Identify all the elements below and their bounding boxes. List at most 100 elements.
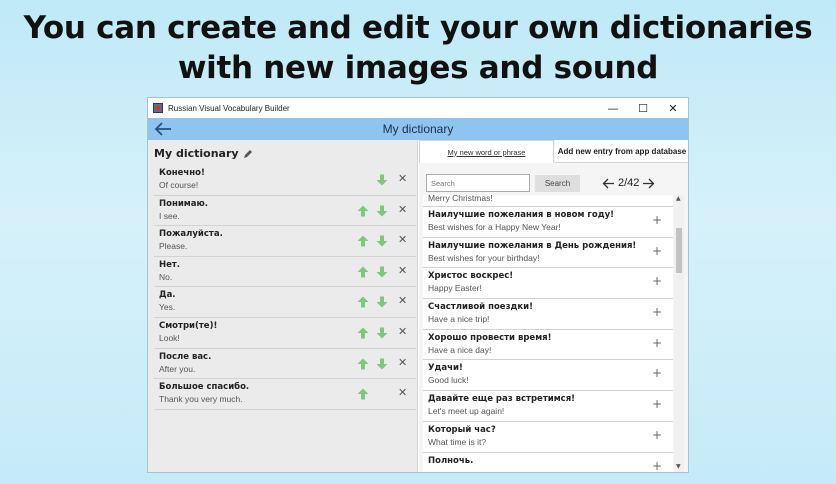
minimize-button[interactable]: — [598, 98, 628, 118]
remove-entry-icon[interactable]: ✕ [398, 325, 407, 338]
dictionary-item[interactable]: Да. Yes. ✕ [154, 287, 416, 318]
scroll-up-icon[interactable]: ▲ [676, 195, 681, 202]
list-scrollbar[interactable]: ▲ ▼ [674, 195, 684, 472]
entry-translation: Yes. [159, 302, 176, 313]
add-entry-icon[interactable]: + [652, 214, 662, 226]
move-down-arrow-icon[interactable] [376, 296, 388, 308]
scroll-thumb[interactable] [676, 228, 682, 273]
move-up-arrow-icon[interactable] [357, 358, 369, 370]
app-window: Russian Visual Vocabulary Builder — ☐ ✕ … [147, 97, 689, 473]
entry-translation: Happy Easter! [428, 283, 482, 294]
add-entry-icon[interactable]: + [652, 367, 662, 379]
arrow-right-icon[interactable] [642, 178, 655, 189]
entry-russian: Наилучшие пожелания в новом году! [428, 210, 614, 220]
add-entry-icon[interactable]: + [652, 306, 662, 318]
add-entry-icon[interactable]: + [652, 245, 662, 257]
scroll-down-icon[interactable]: ▼ [676, 463, 681, 470]
move-down-arrow-icon[interactable] [376, 327, 388, 339]
dictionary-item[interactable]: Конечно! Of course! ✕ [154, 165, 416, 196]
list-item[interactable]: Полночь. + [423, 453, 673, 473]
window-titlebar[interactable]: Russian Visual Vocabulary Builder — ☐ ✕ [148, 98, 688, 118]
remove-entry-icon[interactable]: ✕ [398, 295, 407, 307]
dictionary-header: My dictionary [154, 147, 253, 160]
entry-tabs: My new word or phrase Add new entry from… [419, 140, 688, 163]
list-item[interactable]: Merry Christmas! [423, 195, 673, 207]
entry-russian: Нет. [159, 259, 181, 270]
entry-russian: Конечно! [159, 168, 205, 178]
entry-translation: Please. [159, 241, 188, 252]
entry-translation: What time is it? [428, 436, 487, 447]
window-controls: — ☐ ✕ [598, 98, 688, 118]
move-down-arrow-icon[interactable] [376, 358, 388, 370]
entry-russian: Давайте еще раз встретимся! [428, 394, 576, 405]
entry-russian: Да. [159, 290, 176, 301]
pager: 2/42 [602, 174, 655, 192]
entry-russian: Который час? [428, 424, 496, 435]
move-up-arrow-icon[interactable] [357, 235, 369, 247]
list-item[interactable]: Наилучшие пожелания в новом году! Best wi… [423, 207, 673, 238]
back-button[interactable] [150, 118, 176, 140]
move-up-arrow-icon[interactable] [357, 205, 369, 217]
list-item[interactable]: Который час? What time is it? + [423, 422, 673, 453]
entry-translation: Look! [159, 332, 180, 343]
dictionary-item[interactable]: Нет. No. ✕ [154, 257, 416, 288]
dictionary-item[interactable]: Понимаю. I see. ✕ [154, 196, 416, 227]
move-up-arrow-icon[interactable] [357, 296, 369, 308]
move-down-arrow-icon[interactable] [376, 174, 388, 186]
entry-russian: Пожалуйста. [159, 229, 223, 240]
close-window-button[interactable]: ✕ [658, 98, 688, 118]
add-entry-panel: My new word or phrase Add new entry from… [419, 140, 688, 472]
entry-translation: Good luck! [428, 375, 469, 386]
entry-translation: Have a nice trip! [428, 314, 490, 325]
remove-entry-icon[interactable]: ✕ [398, 356, 407, 369]
move-down-arrow-icon[interactable] [376, 205, 388, 217]
dictionary-item[interactable]: Смотри(те)! Look! ✕ [154, 318, 416, 349]
add-entry-icon[interactable]: + [652, 275, 662, 287]
database-entry-list: Merry Christmas! Наилучшие пожелания в н… [423, 195, 673, 472]
list-item[interactable]: Счастливой поездки! Have a nice trip! + [423, 299, 673, 330]
move-up-arrow-icon[interactable] [357, 388, 369, 400]
list-item[interactable]: Удачи! Good luck! + [423, 360, 673, 392]
entry-russian: После вас. [159, 351, 212, 362]
promo-headline-line2: with new images and sound [177, 50, 659, 86]
entry-translation: No. [159, 271, 173, 282]
remove-entry-icon[interactable]: ✕ [398, 203, 407, 216]
dictionary-item[interactable]: После вас. After you. ✕ [154, 349, 416, 380]
list-item[interactable]: Давайте еще раз встретимся! Let's meet up… [423, 391, 673, 422]
pencil-icon[interactable] [243, 149, 253, 159]
list-item[interactable]: Христос воскрес! Happy Easter! + [423, 268, 673, 300]
search-button[interactable]: Search [535, 174, 580, 192]
list-item[interactable]: Хорошо провести время! Have a nice day! + [423, 330, 673, 361]
move-up-arrow-icon[interactable] [357, 266, 369, 278]
add-entry-icon[interactable]: + [652, 337, 662, 349]
entry-translation: After you. [159, 363, 196, 374]
dictionary-item[interactable]: Большое спасибо. Thank you very much. ✕ [154, 379, 416, 410]
arrow-left-icon[interactable] [602, 178, 615, 189]
dictionary-item[interactable]: Пожалуйста. Please. ✕ [154, 226, 416, 257]
remove-entry-icon[interactable]: ✕ [398, 264, 407, 277]
move-up-arrow-icon[interactable] [357, 327, 369, 339]
move-down-arrow-icon[interactable] [376, 235, 388, 247]
add-entry-icon[interactable]: + [652, 429, 662, 441]
add-entry-icon[interactable]: + [652, 398, 662, 410]
entry-russian: Полночь. [428, 455, 474, 466]
entry-translation: Merry Christmas! [428, 195, 493, 203]
remove-entry-icon[interactable]: ✕ [398, 234, 407, 246]
remove-entry-icon[interactable]: ✕ [398, 173, 407, 185]
app-logo-icon [153, 103, 163, 113]
move-down-arrow-icon[interactable] [376, 266, 388, 278]
my-dictionary-panel: My dictionary Конечно! Of course! ✕ Понимаю… [148, 140, 418, 472]
search-input[interactable] [426, 174, 530, 192]
page-indicator: 2/42 [618, 177, 640, 189]
entry-translation: Have a nice day! [428, 344, 492, 355]
entry-translation: Best wishes for a Happy New Year! [428, 222, 561, 232]
tab-app-database[interactable]: Add new entry from app database [555, 140, 688, 163]
entry-translation: Thank you very much. [159, 394, 243, 405]
list-item[interactable]: Наилучшие пожелания в День рождения! Best… [423, 238, 673, 269]
add-entry-icon[interactable]: + [652, 460, 662, 472]
tab-my-new-word[interactable]: My new word or phrase [419, 140, 554, 163]
maximize-button[interactable]: ☐ [628, 98, 658, 118]
promo-headline: You can create and edit your own diction… [0, 8, 836, 88]
remove-entry-icon[interactable]: ✕ [398, 387, 407, 399]
entry-russian: Хорошо провести время! [428, 332, 552, 343]
